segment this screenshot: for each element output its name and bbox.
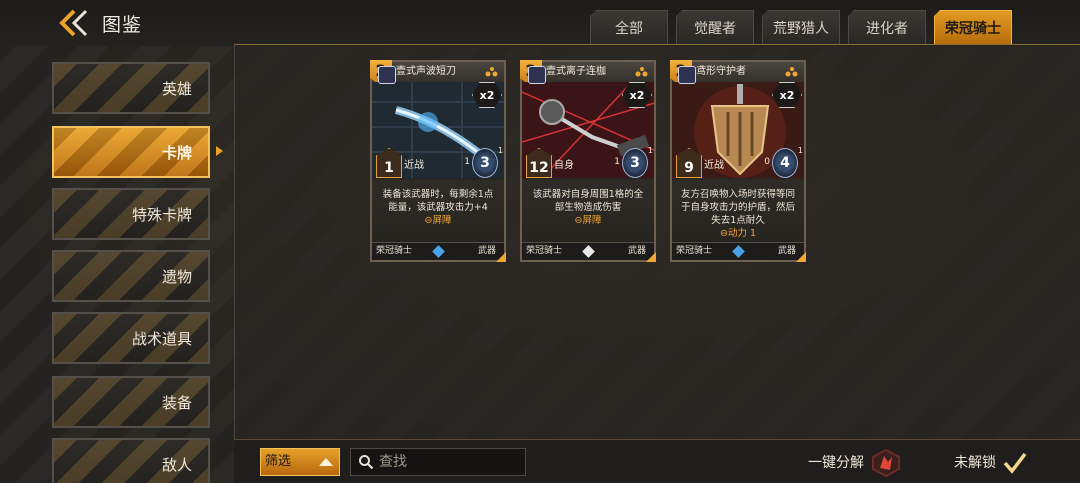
secondary-stat: 1 [614, 157, 620, 167]
dismantle-label: 一键分解 [808, 455, 864, 471]
sidebar-item-tactical-items[interactable]: 战术道具 [52, 312, 210, 364]
card-footer: 荣冠骑士 武器 [372, 242, 504, 260]
durability-sup: 1 [497, 146, 503, 155]
unlocked-toggle[interactable]: 未解锁 [954, 448, 1028, 478]
search-input[interactable]: 查找 [350, 448, 526, 476]
card-stats: 12 自身 1 3 1 [522, 146, 654, 178]
gem-icon [432, 245, 445, 258]
card-footer: 荣冠骑士 武器 [522, 242, 654, 260]
rarity-dots-icon [635, 67, 648, 77]
card-stats: 9 近战 0 4 1 [672, 146, 804, 178]
caret-up-icon [319, 458, 333, 466]
tab-evolver[interactable]: 进化者 [848, 10, 926, 44]
card-type: 武器 [777, 246, 796, 256]
card-description: 友方召唤物入场时获得等同于自身攻击力的护盾，然后失去1点耐久 ⊖动力 1 [672, 180, 804, 244]
weapon-type-icon [678, 66, 696, 84]
back-button[interactable] [58, 8, 94, 38]
card-keyword: ⊖动力 1 [719, 228, 757, 239]
sidebar-item-heroes[interactable]: 英雄 [52, 62, 210, 114]
durability-sup: 1 [647, 146, 653, 155]
tab-all[interactable]: 全部 [590, 10, 668, 44]
range-label: 近战 [404, 160, 424, 171]
card-description: 该武器对自身周围1格的全部生物造成伤害 ⊖屏障 [522, 180, 654, 244]
card-keyword: ⊖屏障 [574, 215, 602, 226]
category-tabs: 全部 觉醒者 荒野猎人 进化者 荣冠骑士 [590, 10, 1020, 44]
sidebar-item-special-cards[interactable]: 特殊卡牌 [52, 188, 210, 240]
card-faction: 荣冠骑士 [526, 246, 563, 256]
tab-wild-hunter[interactable]: 荒野猎人 [762, 10, 840, 44]
unlocked-label: 未解锁 [954, 455, 996, 471]
card-effect-text: 装备该武器时，每剩余1点能量，该武器攻击力+4 [382, 189, 494, 213]
attack-value: 1 [376, 148, 402, 178]
filter-button[interactable]: 筛选 [260, 448, 340, 476]
page-title: 图鉴 [102, 14, 143, 36]
attack-value: 9 [676, 148, 702, 178]
sidebar-item-cards[interactable]: 卡牌 [52, 126, 210, 178]
durability-value: 4 [772, 148, 798, 178]
dismantle-all-button[interactable]: 一键分解 [808, 448, 902, 478]
card-footer: 荣冠骑士 武器 [672, 242, 804, 260]
card-description: 装备该武器时，每剩余1点能量，该武器攻击力+4 ⊖屏障 [372, 180, 504, 244]
gem-icon [582, 245, 595, 258]
gem-icon [732, 245, 745, 258]
card-grid-panel [234, 44, 1080, 439]
tab-crown-knight[interactable]: 荣冠骑士 [934, 10, 1012, 44]
back-arrow-icon [59, 9, 88, 37]
weapon-type-icon [528, 66, 546, 84]
checkmark-icon [1003, 452, 1027, 474]
card-type: 武器 [477, 246, 496, 256]
tab-awakener[interactable]: 觉醒者 [676, 10, 754, 44]
sidebar-item-relics[interactable]: 遗物 [52, 250, 210, 302]
range-label: 自身 [554, 160, 574, 171]
rarity-dots-icon [785, 67, 798, 77]
card-keyword: ⊖屏障 [424, 215, 452, 226]
bottom-toolbar: 筛选 查找 一键分解 未解锁 [234, 439, 1080, 483]
search-placeholder: 查找 [379, 454, 407, 470]
card-ion-flail[interactable]: 壹式离子连枷 2 x2 12 自身 1 3 1 该武器对自身周围1格的全部生物造… [520, 60, 656, 262]
durability-sup: 1 [797, 146, 803, 155]
card-type: 武器 [627, 246, 646, 256]
sidebar-item-enemies[interactable]: 敌人 [52, 438, 210, 483]
durability-value: 3 [472, 148, 498, 178]
secondary-stat: 0 [764, 157, 770, 167]
weapon-type-icon [378, 66, 396, 84]
card-sonic-blade[interactable]: 壹式声波短刀 2 x2 1 近战 1 3 1 装备该武器时，每剩余1点能量，该武… [370, 60, 506, 262]
sidebar-item-equipment[interactable]: 装备 [52, 376, 210, 428]
card-stats: 1 近战 1 3 1 [372, 146, 504, 178]
dismantle-icon [872, 448, 900, 478]
search-icon [359, 455, 374, 470]
range-label: 近战 [704, 160, 724, 171]
active-indicator-arrow-icon [216, 146, 223, 156]
card-kite-guardian[interactable]: 鸢形守护者 2 x2 9 近战 0 4 1 友方召唤物入场时获得等同于自身攻击力… [670, 60, 806, 262]
durability-value: 3 [622, 148, 648, 178]
card-faction: 荣冠骑士 [376, 246, 413, 256]
card-faction: 荣冠骑士 [676, 246, 713, 256]
attack-value: 12 [526, 148, 552, 178]
secondary-stat: 1 [464, 157, 470, 167]
rarity-dots-icon [485, 67, 498, 77]
card-effect-text: 友方召唤物入场时获得等同于自身攻击力的护盾，然后失去1点耐久 [680, 189, 795, 226]
filter-label: 筛选 [265, 454, 292, 469]
card-effect-text: 该武器对自身周围1格的全部生物造成伤害 [532, 189, 644, 213]
